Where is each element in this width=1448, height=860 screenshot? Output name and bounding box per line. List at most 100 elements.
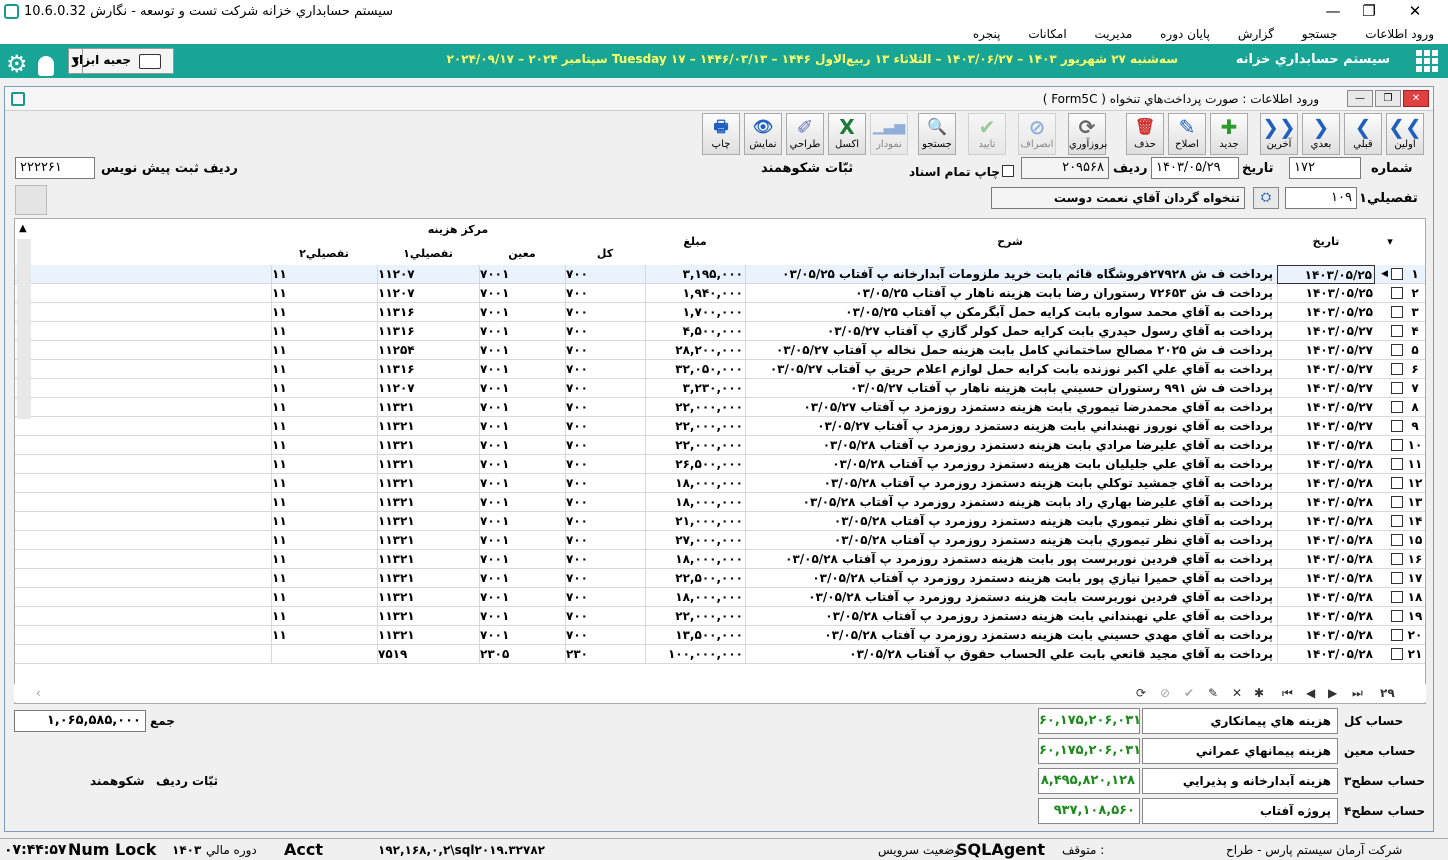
row-tafsili1[interactable]: ۱۱۳۲۱: [377, 474, 479, 493]
row-moeen[interactable]: ۷۰۰۱: [479, 607, 565, 626]
row-moeen[interactable]: ۷۰۰۱: [479, 360, 565, 379]
row-date[interactable]: ۱۴۰۳/۰۵/۲۸: [1277, 588, 1375, 607]
row-checkbox[interactable]: [1391, 572, 1403, 584]
date-field[interactable]: ۱۴۰۳/۰۵/۲۹: [1151, 157, 1239, 179]
row-checkbox[interactable]: [1391, 420, 1403, 432]
row-tafsili1[interactable]: ۱۱۳۲۱: [377, 493, 479, 512]
nav-last-icon[interactable]: ⏭: [1352, 684, 1363, 702]
row-number[interactable]: ۲۰: [1405, 626, 1425, 645]
row-checkbox[interactable]: [1391, 382, 1403, 394]
row-date[interactable]: ۱۴۰۳/۰۵/۲۷: [1277, 322, 1375, 341]
row-moeen[interactable]: ۷۰۰۱: [479, 531, 565, 550]
menu-item-window[interactable]: پنجره: [963, 24, 1011, 44]
row-tafsili1[interactable]: ۱۱۳۱۶: [377, 360, 479, 379]
row-checkbox[interactable]: [1391, 515, 1403, 527]
row-tafsili2[interactable]: ۱۱: [271, 607, 377, 626]
row-checkbox[interactable]: [1391, 306, 1403, 318]
row-number[interactable]: ۷: [1405, 379, 1425, 398]
row-amount[interactable]: ۱۰۰,۰۰۰,۰۰۰: [645, 645, 745, 664]
cancel-button[interactable]: ⊘ انصراف: [1018, 113, 1056, 155]
form-restore-button[interactable]: ❐: [1375, 90, 1401, 107]
row-checkbox[interactable]: [1391, 496, 1403, 508]
row-number[interactable]: ۶: [1405, 360, 1425, 379]
row-kol[interactable]: ۷۰۰: [565, 360, 645, 379]
table-row[interactable]: ۱۵ ۱۴۰۳/۰۵/۲۸ پرداخت به آقاي نظر تيموري با…: [15, 531, 1425, 550]
row-kol[interactable]: ۷۰۰: [565, 474, 645, 493]
row-tafsili1[interactable]: ۱۱۳۲۱: [377, 455, 479, 474]
row-number[interactable]: ۱۱: [1405, 455, 1425, 474]
row-moeen[interactable]: ۷۰۰۱: [479, 512, 565, 531]
row-kol[interactable]: ۷۰۰: [565, 265, 645, 284]
menu-item-management[interactable]: مديريت: [1085, 24, 1143, 44]
row-moeen[interactable]: ۷۰۰۱: [479, 550, 565, 569]
menu-item-period-end[interactable]: پايان دوره: [1150, 24, 1220, 44]
row-tafsili2[interactable]: ۱۱: [271, 265, 377, 284]
row-amount[interactable]: ۲۲,۰۰۰,۰۰۰: [645, 417, 745, 436]
row-moeen[interactable]: ۷۰۰۱: [479, 569, 565, 588]
next-record-button[interactable]: ❯ بعدي: [1302, 113, 1340, 155]
row-description[interactable]: پرداخت به آقاي علي نهبنداني بابت هزينه د…: [745, 607, 1277, 626]
row-number[interactable]: ۱۵: [1405, 531, 1425, 550]
apps-grid-icon[interactable]: [1416, 50, 1438, 72]
row-checkbox[interactable]: [1391, 591, 1403, 603]
side-panel-button[interactable]: [15, 185, 47, 215]
menu-item-report[interactable]: گزارش: [1228, 24, 1284, 44]
row-tafsili2[interactable]: ۱۱: [271, 360, 377, 379]
table-row[interactable]: ۳ ۱۴۰۳/۰۵/۲۵ پرداخت به آقاي محمد سواره باب…: [15, 303, 1425, 322]
row-tafsili1[interactable]: ۱۱۲۰۷: [377, 265, 479, 284]
row-number[interactable]: ۹: [1405, 417, 1425, 436]
row-kol[interactable]: ۷۰۰: [565, 626, 645, 645]
row-description[interactable]: پرداخت به آقاي عليرضا مرادي بابت هزينه د…: [745, 436, 1277, 455]
table-row[interactable]: ۱۱ ۱۴۰۳/۰۵/۲۸ پرداخت به آقاي علي جليليان ب…: [15, 455, 1425, 474]
number-field[interactable]: ۱۷۲: [1289, 157, 1361, 179]
gear-icon[interactable]: ⚙: [6, 52, 30, 76]
row-tafsili1[interactable]: ۱۱۳۲۱: [377, 588, 479, 607]
header-date[interactable]: تاريخ: [1277, 235, 1375, 248]
row-tafsili1[interactable]: ۱۱۳۲۱: [377, 569, 479, 588]
edit-button[interactable]: ✎ اصلاح: [1168, 113, 1206, 155]
row-number[interactable]: ۱۴: [1405, 512, 1425, 531]
row-moeen[interactable]: ۷۰۰۱: [479, 322, 565, 341]
nav-cancel-icon[interactable]: ⊘: [1160, 684, 1170, 702]
row-date[interactable]: ۱۴۰۳/۰۵/۲۷: [1277, 341, 1375, 360]
row-description[interactable]: پرداخت به آقاي نظر تيموري بابت هزينه دست…: [745, 531, 1277, 550]
row-moeen[interactable]: ۷۰۰۱: [479, 474, 565, 493]
row-description[interactable]: پرداخت به آقاي مجيد قانعي بابت علي الحسا…: [745, 645, 1277, 664]
row-moeen[interactable]: ۷۰۰۱: [479, 379, 565, 398]
row-tafsili2[interactable]: ۱۱: [271, 379, 377, 398]
row-date[interactable]: ۱۴۰۳/۰۵/۲۸: [1277, 531, 1375, 550]
row-tafsili2[interactable]: ۱۱: [271, 569, 377, 588]
row-date[interactable]: ۱۴۰۳/۰۵/۲۸: [1277, 550, 1375, 569]
row-description[interactable]: پرداخت ف ش ۲۷۹۲۸فروشگاه قائم بابت خريد م…: [745, 265, 1277, 284]
nav-next-icon[interactable]: ▶: [1328, 684, 1337, 702]
row-moeen[interactable]: ۷۰۰۱: [479, 417, 565, 436]
row-description[interactable]: پرداخت به آقاي محمدرضا تيموري بابت هزينه…: [745, 398, 1277, 417]
row-tafsili2[interactable]: ۱۱: [271, 436, 377, 455]
nav-delete-icon[interactable]: ✕: [1232, 684, 1242, 702]
row-checkbox[interactable]: [1391, 648, 1403, 660]
row-checkbox[interactable]: [1391, 268, 1403, 280]
row-description[interactable]: پرداخت به آقاي جمشيد توکلي بابت هزينه دس…: [745, 474, 1277, 493]
row-number[interactable]: ۱۰: [1405, 436, 1425, 455]
row-description[interactable]: پرداخت به آقاي مهدي حسيني بابت هزينه دست…: [745, 626, 1277, 645]
menu-item-search[interactable]: جستجو: [1292, 24, 1348, 44]
row-tafsili1[interactable]: ۱۱۲۵۴: [377, 341, 479, 360]
row-tafsili1[interactable]: ۱۱۳۲۱: [377, 607, 479, 626]
row-number[interactable]: ۱۳: [1405, 493, 1425, 512]
row-tafsili2[interactable]: ۱۱: [271, 588, 377, 607]
row-number[interactable]: ۲۱: [1405, 645, 1425, 664]
row-checkbox[interactable]: [1391, 439, 1403, 451]
row-number[interactable]: ۴: [1405, 322, 1425, 341]
row-moeen[interactable]: ۷۰۰۱: [479, 493, 565, 512]
row-date[interactable]: ۱۴۰۳/۰۵/۲۵: [1277, 284, 1375, 303]
row-tafsili2[interactable]: ۱۱: [271, 455, 377, 474]
table-row[interactable]: ۴ ۱۴۰۳/۰۵/۲۷ پرداخت به آقاي رسول حيدري باب…: [15, 322, 1425, 341]
row-description[interactable]: پرداخت به آقاي علي اکبر نوزنده بابت کراي…: [745, 360, 1277, 379]
binoculars-icon[interactable]: ⛭: [1253, 187, 1279, 209]
row-moeen[interactable]: ۲۳۰۵: [479, 645, 565, 664]
row-kol[interactable]: ۲۳۰: [565, 645, 645, 664]
table-row[interactable]: ۱۷ ۱۴۰۳/۰۵/۲۸ پرداخت به آقاي حميرا نيازي پ…: [15, 569, 1425, 588]
row-checkbox[interactable]: [1391, 610, 1403, 622]
row-kol[interactable]: ۷۰۰: [565, 531, 645, 550]
row-tafsili1[interactable]: ۱۱۳۱۶: [377, 322, 479, 341]
